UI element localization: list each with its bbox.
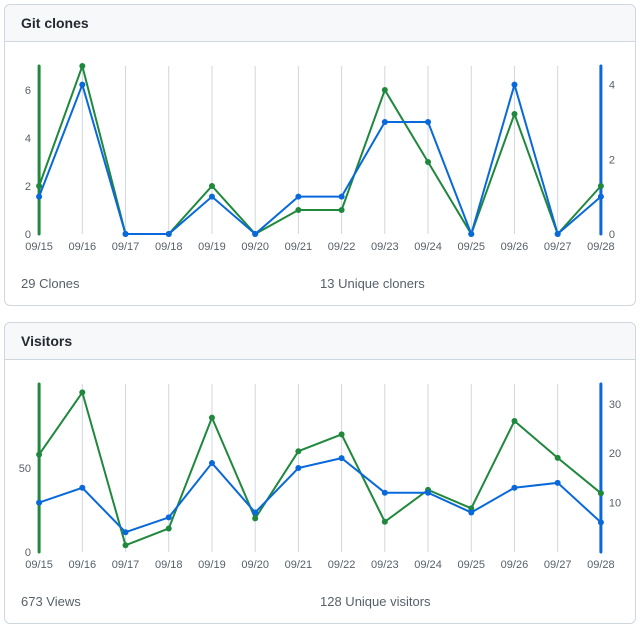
panel-footer: 673 Views 128 Unique visitors — [5, 584, 635, 623]
svg-text:10: 10 — [609, 498, 621, 510]
svg-text:09/16: 09/16 — [69, 559, 97, 571]
svg-text:0: 0 — [25, 547, 31, 559]
panel-title: Git clones — [5, 5, 635, 42]
svg-text:09/16: 09/16 — [69, 241, 97, 253]
svg-text:09/15: 09/15 — [25, 559, 53, 571]
svg-text:50: 50 — [19, 463, 31, 475]
svg-text:09/19: 09/19 — [198, 241, 226, 253]
svg-text:09/25: 09/25 — [457, 559, 485, 571]
chart-body: 09/15 09/16 09/17 09/18 09/19 09/20 09/21 09/22… — [5, 42, 635, 266]
svg-text:09/18: 09/18 — [155, 559, 183, 571]
summary-clones: 29 Clones — [21, 276, 320, 291]
svg-text:09/23: 09/23 — [371, 559, 399, 571]
svg-text:09/21: 09/21 — [285, 559, 313, 571]
svg-text:09/17: 09/17 — [112, 559, 140, 571]
svg-text:09/28: 09/28 — [587, 559, 615, 571]
svg-text:09/27: 09/27 — [544, 241, 572, 253]
chart-body: 09/15 09/16 09/17 09/18 09/19 09/20 09/21 09/22… — [5, 360, 635, 584]
summary-views: 673 Views — [21, 594, 320, 609]
svg-text:4: 4 — [609, 80, 615, 92]
panel-title: Visitors — [5, 323, 635, 360]
git-clones-panel: Git clones 09/15 09/16 09/17 09/18 09/19 09/2… — [4, 4, 636, 306]
visitors-chart: 09/15 09/16 09/17 09/18 09/19 09/20 09/21 09/22… — [9, 376, 631, 576]
svg-text:09/27: 09/27 — [544, 559, 572, 571]
svg-text:09/20: 09/20 — [241, 241, 269, 253]
svg-text:2: 2 — [25, 181, 31, 193]
svg-text:0: 0 — [25, 229, 31, 241]
svg-text:20: 20 — [609, 448, 621, 460]
svg-text:09/18: 09/18 — [155, 241, 183, 253]
svg-text:6: 6 — [25, 85, 31, 97]
svg-text:09/26: 09/26 — [501, 241, 529, 253]
svg-text:09/24: 09/24 — [414, 241, 442, 253]
summary-unique-cloners: 13 Unique cloners — [320, 276, 619, 291]
visitors-panel: Visitors 09/1509/1609/1709/1809/1909/200… — [4, 322, 636, 624]
svg-text:09/26: 09/26 — [501, 559, 529, 571]
svg-text:09/22: 09/22 — [328, 559, 356, 571]
svg-text:0: 0 — [609, 229, 615, 241]
git-clones-chart: 09/15 09/16 09/17 09/18 09/19 09/20 09/21 09/22… — [9, 58, 631, 258]
svg-text:09/19: 09/19 — [198, 559, 226, 571]
summary-unique-visitors: 128 Unique visitors — [320, 594, 619, 609]
svg-text:09/17: 09/17 — [112, 241, 140, 253]
svg-text:2: 2 — [609, 154, 615, 166]
svg-text:09/25: 09/25 — [457, 241, 485, 253]
svg-text:09/28: 09/28 — [587, 241, 615, 253]
svg-text:09/15: 09/15 — [25, 241, 53, 253]
svg-text:09/21: 09/21 — [285, 241, 313, 253]
svg-text:09/24: 09/24 — [414, 559, 442, 571]
svg-text:30: 30 — [609, 399, 621, 411]
panel-footer: 29 Clones 13 Unique cloners — [5, 266, 635, 305]
svg-text:09/23: 09/23 — [371, 241, 399, 253]
svg-text:09/22: 09/22 — [328, 241, 356, 253]
svg-text:09/20: 09/20 — [241, 559, 269, 571]
svg-text:4: 4 — [25, 133, 31, 145]
